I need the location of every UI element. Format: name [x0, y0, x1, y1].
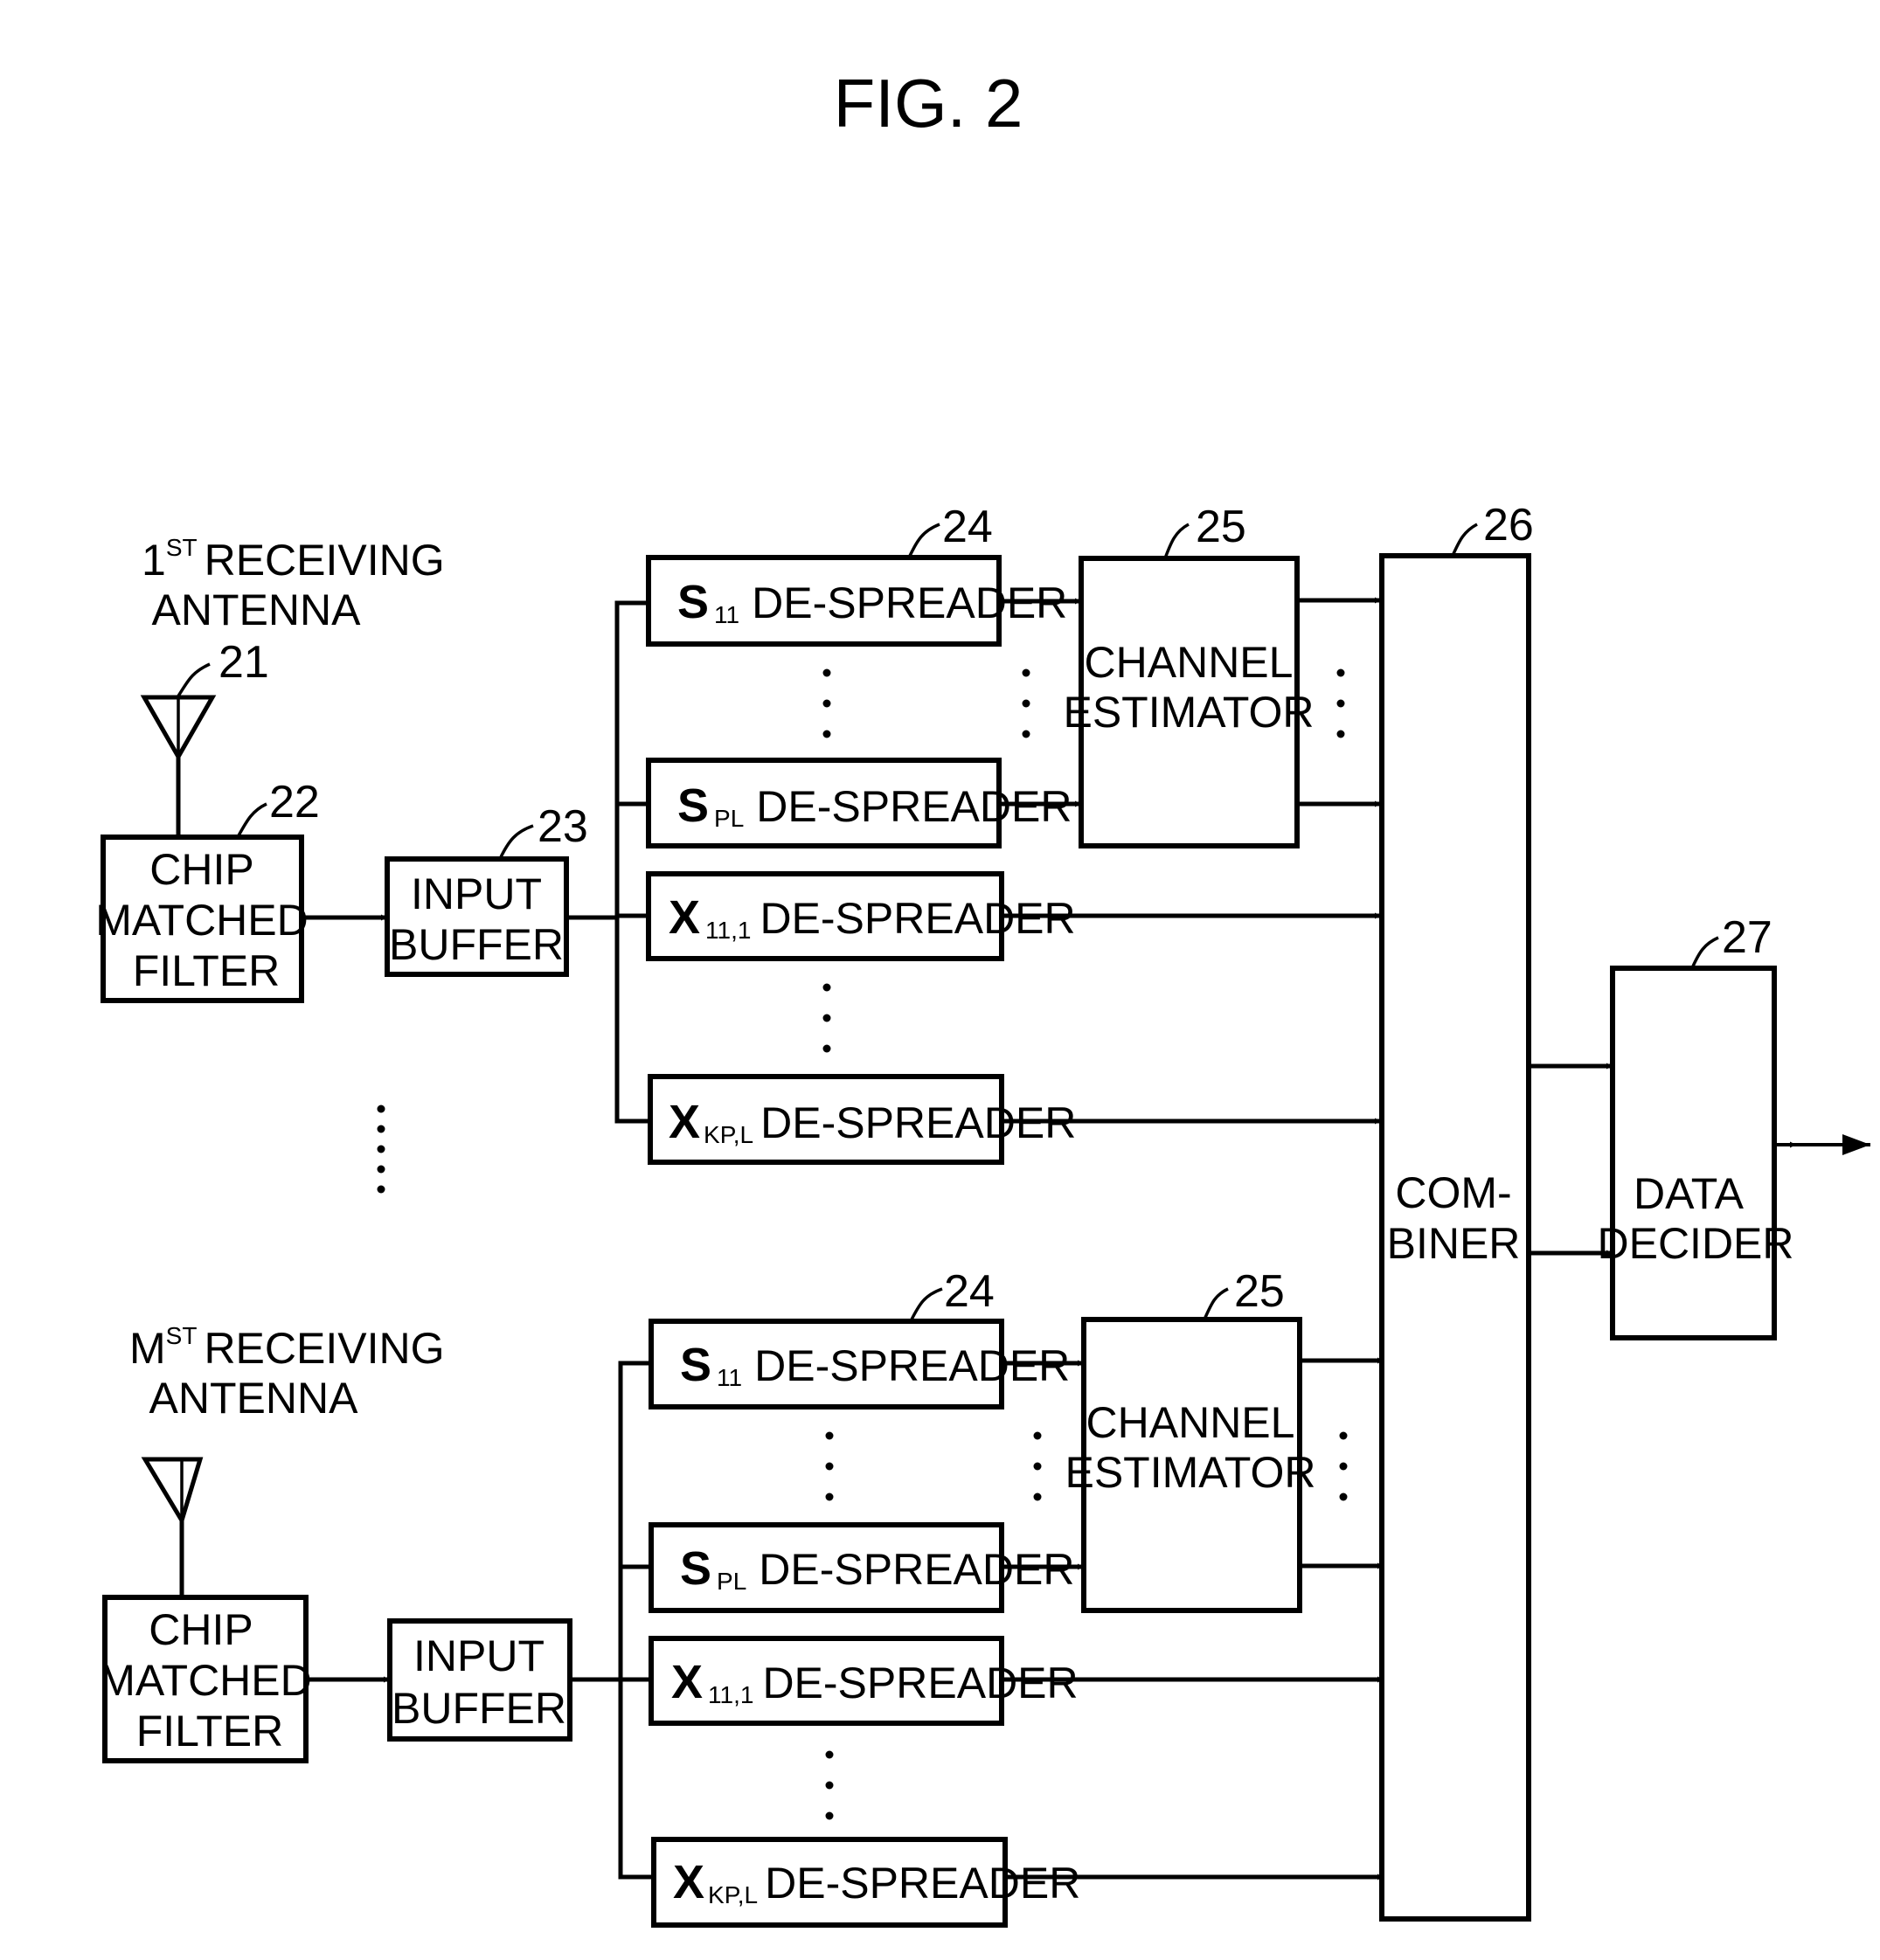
- ref-21: 21: [219, 637, 269, 688]
- cmf-1-line3: FILTER: [133, 946, 281, 995]
- ellipsis-antennas: [377, 1105, 385, 1194]
- ce-1-line1: CHANNEL: [1085, 638, 1294, 687]
- ref-22: 22: [269, 777, 320, 828]
- decider-line2: DECIDER: [1597, 1219, 1793, 1268]
- ref-leader-25: [1163, 523, 1190, 559]
- antenna-m-label: MST RECEIVING: [129, 1322, 445, 1373]
- ref-26: 26: [1483, 500, 1534, 551]
- bus-1: [614, 600, 650, 1124]
- combiner: COM- BINER: [1379, 553, 1531, 1922]
- ref-25-m: 25: [1234, 1266, 1285, 1317]
- block-diagram: FIG. 2 1ST RECEIVING ANTENNA 21 CHIP MATC…: [95, 65, 1870, 1928]
- ref-leader-21: [176, 662, 211, 698]
- ref-leader-24-m: [909, 1287, 943, 1322]
- ref-25: 25: [1196, 502, 1246, 552]
- combiner-line1: COM-: [1395, 1168, 1511, 1217]
- cmf-m-line2: MATCHED: [99, 1656, 312, 1705]
- antenna-1-icon: [140, 695, 217, 837]
- ib-1-line1: INPUT: [411, 869, 542, 918]
- ce-m-line1: CHANNEL: [1086, 1398, 1295, 1447]
- receiver-chain-1: 1ST RECEIVING ANTENNA 21 CHIP MATCHED FIL…: [95, 502, 1381, 1165]
- decider-output-arrowhead: [1842, 1134, 1870, 1155]
- data-decider: DATA DECIDER: [1597, 966, 1794, 1340]
- ce-m-line2: ESTIMATOR: [1065, 1448, 1315, 1497]
- ref-23: 23: [538, 801, 588, 852]
- ellipsis-ce-out-m: [1339, 1431, 1348, 1501]
- ref-leader-26: [1451, 523, 1478, 557]
- ib-m-line2: BUFFER: [392, 1684, 566, 1733]
- ref-27: 27: [1722, 912, 1772, 963]
- despreader-xkpl-m: X KP,L DE-SPREADER: [651, 1837, 1080, 1928]
- ellipsis-despreaders-s-m: [825, 1431, 834, 1501]
- ellipsis-ce-out-1: [1336, 668, 1345, 738]
- ellipsis-despreaders-x-1: [822, 983, 831, 1053]
- bus-m: [618, 1361, 654, 1880]
- ellipsis-ce-in-m: [1033, 1431, 1042, 1501]
- ref-leader-24: [907, 523, 940, 558]
- antenna-1-label: 1ST RECEIVING: [142, 534, 445, 585]
- antenna-m-label-line2: ANTENNA: [149, 1374, 359, 1423]
- ref-24: 24: [942, 502, 993, 552]
- receiver-chain-m: MST RECEIVING ANTENNA CHIP MATCHED FILTER…: [99, 1266, 1384, 1928]
- ellipsis-despreaders-x-m: [825, 1750, 834, 1820]
- ref-leader-22: [236, 802, 267, 838]
- combiner-line2: BINER: [1387, 1219, 1521, 1268]
- ref-leader-25-m: [1203, 1287, 1229, 1320]
- cmf-m-line3: FILTER: [136, 1707, 284, 1756]
- ref-24-m: 24: [944, 1266, 995, 1317]
- antenna-1-label-line2: ANTENNA: [152, 585, 362, 634]
- ce-1-line2: ESTIMATOR: [1063, 688, 1314, 737]
- ellipsis-despreaders-s-1: [822, 668, 831, 738]
- ref-leader-23: [498, 824, 534, 860]
- cmf-m-line1: CHIP: [149, 1605, 253, 1654]
- cmf-1-line1: CHIP: [149, 845, 253, 894]
- cmf-1-line2: MATCHED: [95, 896, 309, 945]
- ib-m-line1: INPUT: [413, 1631, 545, 1680]
- figure-title: FIG. 2: [834, 65, 1023, 142]
- ellipsis-ce-in-1: [1022, 668, 1030, 738]
- antenna-m-icon: [141, 1457, 204, 1597]
- ib-1-line2: BUFFER: [389, 920, 564, 969]
- decider-line1: DATA: [1634, 1169, 1745, 1218]
- ref-leader-27: [1690, 936, 1719, 969]
